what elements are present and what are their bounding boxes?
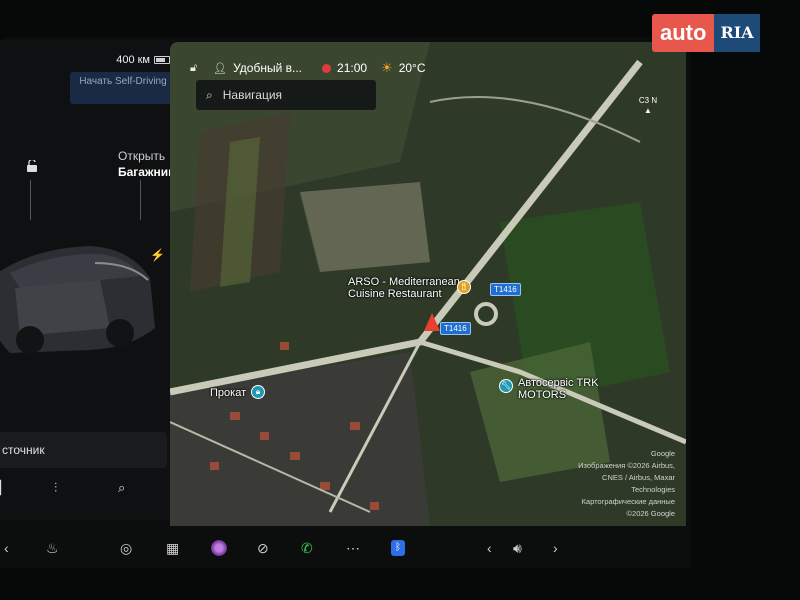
range-value: 400 км xyxy=(116,54,150,66)
poi-service-label[interactable]: Автосервіс TRK MOTORS xyxy=(518,377,599,401)
poi-rental-label[interactable]: Прокат xyxy=(210,387,246,399)
trunk-label-line2: Багажник xyxy=(118,165,175,179)
navigation-search-input[interactable]: ⌕ Навигация xyxy=(196,80,376,110)
navigation-search-placeholder: Навигация xyxy=(222,88,283,102)
media-source-label: сточник xyxy=(2,443,45,457)
compass-label: C3 N xyxy=(638,96,658,105)
callout-line xyxy=(140,180,141,220)
weather-sun-icon: ☀ xyxy=(381,60,393,75)
callout-line xyxy=(30,180,31,220)
clock: 21:00 xyxy=(337,61,368,75)
vehicle-position-marker xyxy=(424,313,440,331)
volume-down-icon[interactable]: ‹ xyxy=(487,540,492,556)
search-icon[interactable]: ⌕ xyxy=(118,480,125,496)
logo-part-ria: RIA xyxy=(714,14,760,52)
more-apps-icon[interactable]: ⋯ xyxy=(346,540,360,557)
road-tag: T1416 xyxy=(440,322,471,335)
dock-left-edge-icon[interactable]: ‹ xyxy=(4,540,9,556)
poi-restaurant-line2: Cuisine Restaurant xyxy=(348,288,442,300)
phone-icon[interactable]: ✆ xyxy=(301,540,313,557)
map-attribution: Google Изображения ©2026 Airbus, CNES / … xyxy=(560,448,675,520)
compass-icon[interactable]: C3 N ▲ xyxy=(636,96,660,120)
poi-service-line2: MOTORS xyxy=(518,389,567,401)
rental-lock-icon[interactable]: 🔒︎ xyxy=(251,385,265,399)
poi-restaurant-line1: ARSO - Mediterranean xyxy=(348,276,460,288)
seat-heater-icon[interactable]: ♨ xyxy=(46,540,59,557)
autoria-watermark-logo: auto RIA xyxy=(652,14,786,52)
wipers-icon[interactable]: ⊘ xyxy=(257,540,269,557)
equalizer-icon[interactable]: ⫶ xyxy=(54,480,57,496)
vehicle-panel: 400 км Начать Self-Driving Открыть Багаж… xyxy=(0,40,178,520)
poi-service-line1: Автосервіс TRK xyxy=(518,377,599,389)
restaurant-icon[interactable]: 🍴︎ xyxy=(457,280,471,294)
attribution-line: CNES / Airbus, Maxar xyxy=(602,473,675,482)
car-3d-model xyxy=(0,246,155,354)
charging-bolt-icon[interactable]: ⚡ xyxy=(150,248,165,262)
attribution-line: Google xyxy=(650,449,675,458)
search-icon: ⌕ xyxy=(206,87,213,102)
bluetooth-icon[interactable]: ᛒ xyxy=(391,540,405,556)
battery-icon xyxy=(154,56,170,64)
open-trunk-button[interactable]: Открыть Багажник xyxy=(118,148,174,180)
attribution-line: Technologies xyxy=(631,485,675,494)
map-status-bar: 🔓︎ 👤︎ Удобный в... 21:00 ☀ 20°C xyxy=(190,57,426,79)
volume-icon[interactable]: 🔊︎ xyxy=(513,540,522,557)
volume-up-icon[interactable]: › xyxy=(553,540,558,556)
attribution-line: Картографические данные xyxy=(581,497,675,506)
lock-open-icon: 🔓︎ xyxy=(190,61,198,74)
road-tag: T1416 xyxy=(490,283,521,296)
dashcam-record-icon[interactable] xyxy=(322,63,332,73)
attribution-line: ©2026 Google xyxy=(626,509,675,518)
bottom-dock: ‹ ♨ ◎ ▦ ⊘ ✆ ⋯ ᛒ ‹ 🔊︎ › xyxy=(0,528,690,568)
steering-heater-icon[interactable]: ◎ xyxy=(120,540,132,557)
camera-app-icon[interactable] xyxy=(211,540,227,556)
battery-indicator: 400 км xyxy=(116,54,170,66)
driver-profile-name[interactable]: Удобный в... xyxy=(233,61,302,75)
attribution-line: Изображения ©2026 Airbus, xyxy=(578,461,675,470)
rear-defrost-icon[interactable]: ▦ xyxy=(166,540,179,557)
outside-temperature: 20°C xyxy=(398,61,426,75)
driver-profile-icon[interactable]: 👤︎ xyxy=(213,62,227,75)
logo-part-auto: auto xyxy=(652,14,715,52)
poi-restaurant-label[interactable]: ARSO - Mediterranean Cuisine Restaurant xyxy=(348,276,460,300)
car-service-icon[interactable]: 🔧︎ xyxy=(499,379,513,393)
trunk-label-line1: Открыть xyxy=(118,149,166,163)
media-prev-icon[interactable]: ▏ xyxy=(0,480,10,496)
media-source-selector[interactable]: сточник xyxy=(0,432,167,468)
unlock-icon[interactable] xyxy=(26,160,38,172)
start-self-driving-button[interactable]: Начать Self-Driving xyxy=(70,72,176,104)
